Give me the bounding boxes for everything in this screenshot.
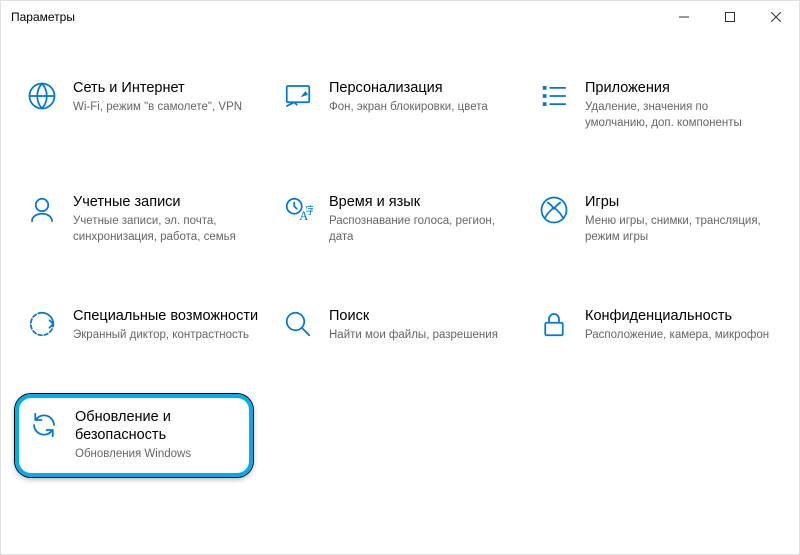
tile-title: Приложения — [585, 79, 775, 97]
tile-privacy[interactable]: Конфиденциальность Расположение, камера,… — [533, 301, 779, 350]
tile-title: Персонализация — [329, 79, 519, 97]
paintbrush-icon — [281, 79, 315, 113]
settings-content: Сеть и Интернет Wi-Fi, режим "в самолете… — [1, 33, 799, 487]
tile-title: Обновление и безопасность — [75, 408, 241, 444]
tile-title: Поиск — [329, 307, 519, 325]
tile-desc: Расположение, камера, микрофон — [585, 328, 770, 344]
tile-desc: Учетные записи, эл. почта, синхронизация… — [73, 214, 258, 245]
svg-text:字: 字 — [306, 204, 314, 217]
tile-personalization[interactable]: Персонализация Фон, экран блокировки, цв… — [277, 73, 523, 137]
person-icon — [25, 193, 59, 227]
window-titlebar: Параметры — [1, 1, 799, 33]
accessibility-icon — [25, 307, 59, 341]
tile-time-language[interactable]: A字 Время и язык Распознавание голоса, ре… — [277, 187, 523, 251]
tile-desc: Меню игры, снимки, трансляция, режим игр… — [585, 214, 770, 245]
tile-update-security[interactable]: Обновление и безопасность Обновления Win… — [15, 394, 253, 477]
maximize-button[interactable] — [707, 1, 753, 33]
xbox-icon — [537, 193, 571, 227]
close-icon — [771, 12, 781, 22]
lock-icon — [537, 307, 571, 341]
tile-title: Время и язык — [329, 193, 519, 211]
tile-desc: Распознавание голоса, регион, дата — [329, 214, 514, 245]
tile-search[interactable]: Поиск Найти мои файлы, разрешения — [277, 301, 523, 350]
tile-title: Специальные возможности — [73, 307, 263, 325]
tile-desc: Удаление, значения по умолчанию, доп. ко… — [585, 100, 770, 131]
close-button[interactable] — [753, 1, 799, 33]
tile-network-internet[interactable]: Сеть и Интернет Wi-Fi, режим "в самолете… — [21, 73, 267, 137]
tile-title: Сеть и Интернет — [73, 79, 263, 97]
globe-icon — [25, 79, 59, 113]
tile-title: Игры — [585, 193, 775, 211]
tile-ease-of-access[interactable]: Специальные возможности Экранный диктор,… — [21, 301, 267, 350]
clock-language-icon: A字 — [281, 193, 315, 227]
tile-desc: Обновления Windows — [75, 447, 241, 463]
tile-desc: Экранный диктор, контрастность — [73, 328, 258, 344]
window-controls — [661, 1, 799, 32]
search-icon — [281, 307, 315, 341]
minimize-button[interactable] — [661, 1, 707, 33]
settings-grid: Сеть и Интернет Wi-Fi, режим "в самолете… — [21, 73, 779, 477]
tile-accounts[interactable]: Учетные записи Учетные записи, эл. почта… — [21, 187, 267, 251]
sync-icon — [27, 408, 61, 442]
tile-apps[interactable]: Приложения Удаление, значения по умолчан… — [533, 73, 779, 137]
minimize-icon — [679, 12, 689, 22]
tile-desc: Фон, экран блокировки, цвета — [329, 100, 514, 116]
tile-desc: Найти мои файлы, разрешения — [329, 328, 514, 344]
maximize-icon — [725, 12, 735, 22]
tile-title: Конфиденциальность — [585, 307, 775, 325]
window-title: Параметры — [11, 10, 661, 24]
tile-gaming[interactable]: Игры Меню игры, снимки, трансляция, режи… — [533, 187, 779, 251]
list-icon — [537, 79, 571, 113]
tile-desc: Wi-Fi, режим "в самолете", VPN — [73, 100, 258, 116]
tile-title: Учетные записи — [73, 193, 263, 211]
